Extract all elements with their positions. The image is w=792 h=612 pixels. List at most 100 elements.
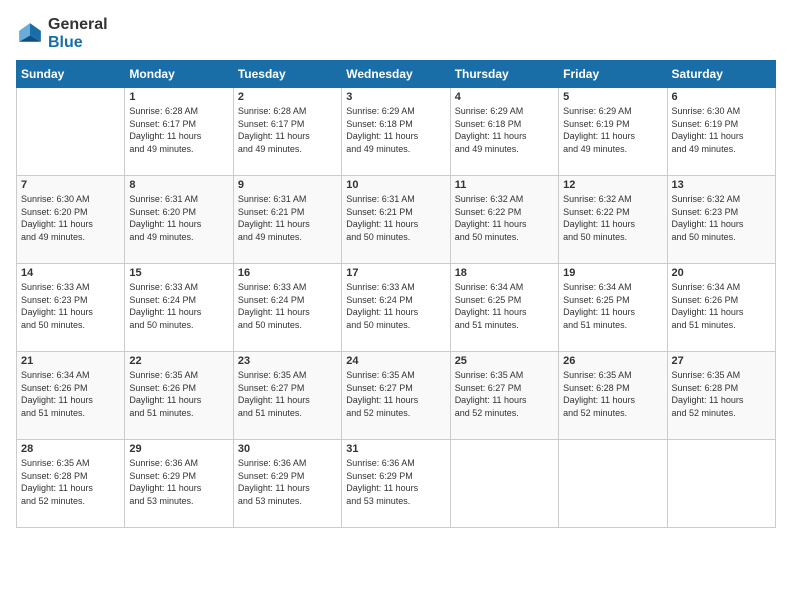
day-number: 15 (129, 267, 228, 279)
day-number: 14 (21, 267, 120, 279)
day-number: 18 (455, 267, 554, 279)
day-number: 7 (21, 179, 120, 191)
day-info: Sunrise: 6:36 AMSunset: 6:29 PMDaylight:… (129, 457, 228, 507)
calendar-cell: 31 Sunrise: 6:36 AMSunset: 6:29 PMDaylig… (342, 440, 450, 528)
day-info: Sunrise: 6:35 AMSunset: 6:27 PMDaylight:… (346, 369, 445, 419)
calendar-cell: 30 Sunrise: 6:36 AMSunset: 6:29 PMDaylig… (233, 440, 341, 528)
calendar-page: General Blue SundayMondayTuesdayWednesda… (0, 0, 792, 612)
header-row: SundayMondayTuesdayWednesdayThursdayFrid… (17, 61, 776, 88)
day-info: Sunrise: 6:33 AMSunset: 6:24 PMDaylight:… (346, 281, 445, 331)
calendar-cell: 28 Sunrise: 6:35 AMSunset: 6:28 PMDaylig… (17, 440, 125, 528)
week-row-2: 7 Sunrise: 6:30 AMSunset: 6:20 PMDayligh… (17, 176, 776, 264)
calendar-cell (17, 88, 125, 176)
day-info: Sunrise: 6:28 AMSunset: 6:17 PMDaylight:… (129, 105, 228, 155)
day-number: 6 (672, 91, 771, 103)
logo: General Blue (16, 16, 108, 52)
weekday-header-thursday: Thursday (450, 61, 558, 88)
calendar-table: SundayMondayTuesdayWednesdayThursdayFrid… (16, 60, 776, 528)
weekday-header-monday: Monday (125, 61, 233, 88)
calendar-cell: 9 Sunrise: 6:31 AMSunset: 6:21 PMDayligh… (233, 176, 341, 264)
calendar-cell: 5 Sunrise: 6:29 AMSunset: 6:19 PMDayligh… (559, 88, 667, 176)
day-info: Sunrise: 6:32 AMSunset: 6:23 PMDaylight:… (672, 193, 771, 243)
calendar-cell: 7 Sunrise: 6:30 AMSunset: 6:20 PMDayligh… (17, 176, 125, 264)
day-info: Sunrise: 6:29 AMSunset: 6:18 PMDaylight:… (346, 105, 445, 155)
calendar-cell: 15 Sunrise: 6:33 AMSunset: 6:24 PMDaylig… (125, 264, 233, 352)
day-info: Sunrise: 6:33 AMSunset: 6:24 PMDaylight:… (129, 281, 228, 331)
day-number: 16 (238, 267, 337, 279)
weekday-header-wednesday: Wednesday (342, 61, 450, 88)
day-info: Sunrise: 6:29 AMSunset: 6:19 PMDaylight:… (563, 105, 662, 155)
day-info: Sunrise: 6:33 AMSunset: 6:24 PMDaylight:… (238, 281, 337, 331)
day-info: Sunrise: 6:30 AMSunset: 6:20 PMDaylight:… (21, 193, 120, 243)
calendar-cell: 12 Sunrise: 6:32 AMSunset: 6:22 PMDaylig… (559, 176, 667, 264)
day-number: 13 (672, 179, 771, 191)
day-info: Sunrise: 6:34 AMSunset: 6:25 PMDaylight:… (563, 281, 662, 331)
day-number: 11 (455, 179, 554, 191)
day-info: Sunrise: 6:35 AMSunset: 6:26 PMDaylight:… (129, 369, 228, 419)
calendar-cell: 3 Sunrise: 6:29 AMSunset: 6:18 PMDayligh… (342, 88, 450, 176)
weekday-header-friday: Friday (559, 61, 667, 88)
logo-icon (16, 20, 44, 48)
day-number: 29 (129, 443, 228, 455)
day-number: 2 (238, 91, 337, 103)
day-info: Sunrise: 6:34 AMSunset: 6:26 PMDaylight:… (21, 369, 120, 419)
weekday-header-sunday: Sunday (17, 61, 125, 88)
calendar-cell: 19 Sunrise: 6:34 AMSunset: 6:25 PMDaylig… (559, 264, 667, 352)
calendar-cell: 4 Sunrise: 6:29 AMSunset: 6:18 PMDayligh… (450, 88, 558, 176)
calendar-cell: 20 Sunrise: 6:34 AMSunset: 6:26 PMDaylig… (667, 264, 775, 352)
day-info: Sunrise: 6:33 AMSunset: 6:23 PMDaylight:… (21, 281, 120, 331)
calendar-cell (450, 440, 558, 528)
day-info: Sunrise: 6:32 AMSunset: 6:22 PMDaylight:… (563, 193, 662, 243)
day-number: 12 (563, 179, 662, 191)
logo-text: General Blue (48, 16, 108, 52)
day-info: Sunrise: 6:34 AMSunset: 6:25 PMDaylight:… (455, 281, 554, 331)
week-row-3: 14 Sunrise: 6:33 AMSunset: 6:23 PMDaylig… (17, 264, 776, 352)
day-number: 30 (238, 443, 337, 455)
day-info: Sunrise: 6:31 AMSunset: 6:21 PMDaylight:… (238, 193, 337, 243)
calendar-cell: 11 Sunrise: 6:32 AMSunset: 6:22 PMDaylig… (450, 176, 558, 264)
weekday-header-saturday: Saturday (667, 61, 775, 88)
calendar-cell: 14 Sunrise: 6:33 AMSunset: 6:23 PMDaylig… (17, 264, 125, 352)
day-number: 31 (346, 443, 445, 455)
day-number: 4 (455, 91, 554, 103)
calendar-cell: 2 Sunrise: 6:28 AMSunset: 6:17 PMDayligh… (233, 88, 341, 176)
day-number: 1 (129, 91, 228, 103)
day-info: Sunrise: 6:28 AMSunset: 6:17 PMDaylight:… (238, 105, 337, 155)
week-row-5: 28 Sunrise: 6:35 AMSunset: 6:28 PMDaylig… (17, 440, 776, 528)
day-info: Sunrise: 6:35 AMSunset: 6:28 PMDaylight:… (672, 369, 771, 419)
day-info: Sunrise: 6:34 AMSunset: 6:26 PMDaylight:… (672, 281, 771, 331)
calendar-cell: 25 Sunrise: 6:35 AMSunset: 6:27 PMDaylig… (450, 352, 558, 440)
weekday-header-tuesday: Tuesday (233, 61, 341, 88)
calendar-cell: 6 Sunrise: 6:30 AMSunset: 6:19 PMDayligh… (667, 88, 775, 176)
day-number: 3 (346, 91, 445, 103)
calendar-cell: 13 Sunrise: 6:32 AMSunset: 6:23 PMDaylig… (667, 176, 775, 264)
day-number: 21 (21, 355, 120, 367)
calendar-cell: 24 Sunrise: 6:35 AMSunset: 6:27 PMDaylig… (342, 352, 450, 440)
calendar-cell: 16 Sunrise: 6:33 AMSunset: 6:24 PMDaylig… (233, 264, 341, 352)
header: General Blue (16, 16, 776, 52)
day-info: Sunrise: 6:36 AMSunset: 6:29 PMDaylight:… (238, 457, 337, 507)
day-number: 17 (346, 267, 445, 279)
week-row-4: 21 Sunrise: 6:34 AMSunset: 6:26 PMDaylig… (17, 352, 776, 440)
day-number: 26 (563, 355, 662, 367)
day-number: 8 (129, 179, 228, 191)
day-number: 20 (672, 267, 771, 279)
calendar-cell: 29 Sunrise: 6:36 AMSunset: 6:29 PMDaylig… (125, 440, 233, 528)
calendar-cell: 23 Sunrise: 6:35 AMSunset: 6:27 PMDaylig… (233, 352, 341, 440)
calendar-cell: 17 Sunrise: 6:33 AMSunset: 6:24 PMDaylig… (342, 264, 450, 352)
day-info: Sunrise: 6:30 AMSunset: 6:19 PMDaylight:… (672, 105, 771, 155)
day-number: 25 (455, 355, 554, 367)
calendar-cell: 1 Sunrise: 6:28 AMSunset: 6:17 PMDayligh… (125, 88, 233, 176)
day-info: Sunrise: 6:35 AMSunset: 6:27 PMDaylight:… (238, 369, 337, 419)
week-row-1: 1 Sunrise: 6:28 AMSunset: 6:17 PMDayligh… (17, 88, 776, 176)
day-info: Sunrise: 6:36 AMSunset: 6:29 PMDaylight:… (346, 457, 445, 507)
day-number: 22 (129, 355, 228, 367)
day-info: Sunrise: 6:31 AMSunset: 6:21 PMDaylight:… (346, 193, 445, 243)
day-info: Sunrise: 6:31 AMSunset: 6:20 PMDaylight:… (129, 193, 228, 243)
day-info: Sunrise: 6:35 AMSunset: 6:27 PMDaylight:… (455, 369, 554, 419)
day-number: 9 (238, 179, 337, 191)
calendar-cell: 22 Sunrise: 6:35 AMSunset: 6:26 PMDaylig… (125, 352, 233, 440)
calendar-cell: 10 Sunrise: 6:31 AMSunset: 6:21 PMDaylig… (342, 176, 450, 264)
day-number: 28 (21, 443, 120, 455)
day-info: Sunrise: 6:29 AMSunset: 6:18 PMDaylight:… (455, 105, 554, 155)
